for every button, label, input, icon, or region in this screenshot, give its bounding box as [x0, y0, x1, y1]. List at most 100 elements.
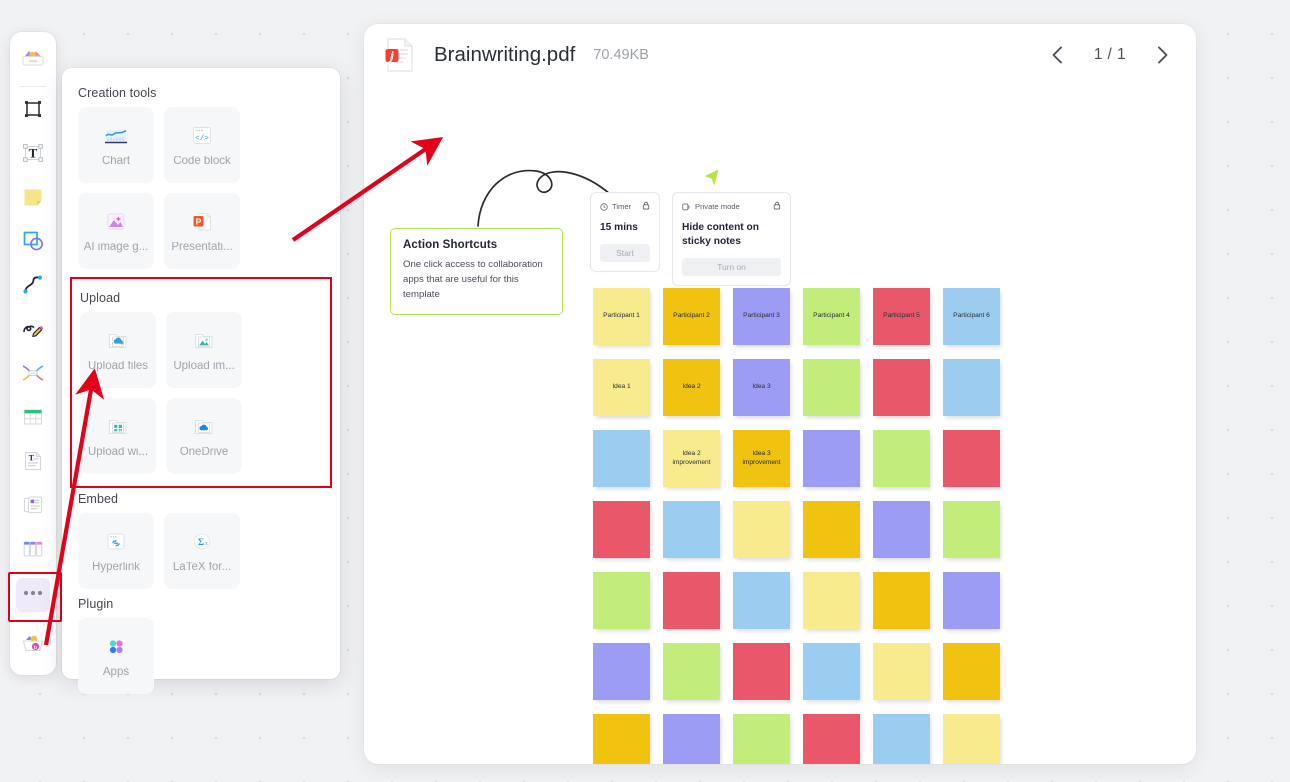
private-mode-turn-on-button[interactable]: Turn on [682, 257, 781, 276]
tile-latex-formula[interactable]: Σ x LaTeX for... [164, 513, 240, 589]
sticky-note[interactable] [803, 572, 860, 629]
lock-icon [773, 201, 781, 212]
sticky-note[interactable] [873, 714, 930, 764]
pdf-file-icon: ⅉ [384, 37, 416, 73]
sidebar-item-text[interactable]: T [16, 138, 50, 172]
sticky-note[interactable] [803, 714, 860, 764]
sidebar-item-pen[interactable] [16, 314, 50, 348]
sticky-note[interactable] [593, 714, 650, 764]
sticky-note[interactable] [733, 501, 790, 558]
tile-upload-image[interactable]: Upload im... [166, 312, 242, 388]
sticky-note[interactable]: Participant 5 [873, 288, 930, 345]
sticky-note[interactable] [943, 714, 1000, 764]
sidebar-item-frame[interactable] [16, 94, 50, 128]
tile-hyperlink[interactable]: Hyperlink [78, 513, 154, 589]
sticky-note[interactable]: Participant 2 [663, 288, 720, 345]
sidebar-item-toolbox[interactable]: b [16, 628, 50, 662]
sidebar-item-document[interactable]: T [16, 446, 50, 480]
presentation-icon: P [187, 209, 217, 235]
sticky-note[interactable] [943, 359, 1000, 416]
lock-icon [642, 201, 650, 212]
sticky-note[interactable] [803, 359, 860, 416]
tile-label: Code block [173, 155, 231, 167]
sticky-note[interactable] [733, 714, 790, 764]
sticky-note[interactable] [943, 572, 1000, 629]
tile-presentation[interactable]: P Presentati... [164, 193, 240, 269]
toolbar-divider-bottom [20, 620, 46, 621]
sticky-note[interactable]: Participant 6 [943, 288, 1000, 345]
tile-upload-files[interactable]: Upload files [80, 312, 156, 388]
sticky-note[interactable] [873, 572, 930, 629]
sidebar-item-templates[interactable] [16, 44, 50, 78]
sticky-note[interactable] [803, 643, 860, 700]
sticky-note[interactable] [593, 572, 650, 629]
sticky-note[interactable] [663, 572, 720, 629]
sticky-note[interactable]: Idea 1 [593, 359, 650, 416]
sticky-note[interactable] [733, 572, 790, 629]
toolbox-icon: b [20, 631, 46, 660]
sticky-note[interactable] [943, 430, 1000, 487]
sticky-note[interactable]: Participant 4 [803, 288, 860, 345]
ai-image-icon [101, 209, 131, 235]
sticky-note[interactable]: Participant 3 [733, 288, 790, 345]
sticky-note-row [593, 501, 1000, 572]
sticky-note[interactable] [663, 714, 720, 764]
group-plugin: Plugin Apps [78, 597, 324, 694]
tile-chart[interactable]: Chart [78, 107, 154, 183]
card-icon [21, 493, 45, 522]
sticky-note[interactable] [943, 501, 1000, 558]
sticky-note[interactable] [873, 643, 930, 700]
sticky-note[interactable] [873, 501, 930, 558]
section-title-plugin: Plugin [78, 597, 114, 611]
sticky-note[interactable] [663, 643, 720, 700]
templates-icon [20, 47, 46, 76]
hyperlink-icon [101, 529, 131, 555]
sidebar-item-connector[interactable] [16, 270, 50, 304]
sidebar-item-card[interactable] [16, 490, 50, 524]
page-indicator: 1 / 1 [1093, 46, 1126, 63]
sticky-note[interactable]: Idea 2 improvement [663, 430, 720, 487]
sticky-note[interactable] [873, 430, 930, 487]
upload-image-icon [189, 328, 219, 354]
sticky-note[interactable]: Idea 2 [663, 359, 720, 416]
sticky-note[interactable]: Participant 1 [593, 288, 650, 345]
sticky-note[interactable] [593, 501, 650, 558]
tile-upload-widget[interactable]: Upload wi... [80, 398, 156, 474]
tile-label: Upload im... [173, 360, 235, 372]
sticky-note[interactable] [803, 501, 860, 558]
group-creation-tools: Creation tools Chart </> Code block AI i… [78, 86, 324, 269]
timer-start-button[interactable]: Start [600, 243, 650, 262]
sticky-note[interactable] [803, 430, 860, 487]
tile-ai-image-generation[interactable]: AI image g... [78, 193, 154, 269]
tile-code-block[interactable]: </> Code block [164, 107, 240, 183]
sticky-note[interactable] [663, 501, 720, 558]
sticky-note[interactable] [593, 430, 650, 487]
svg-text:T: T [29, 453, 35, 462]
onedrive-icon [189, 414, 219, 440]
sticky-note-icon [21, 185, 45, 214]
sidebar-item-mind-map[interactable] [16, 358, 50, 392]
sticky-note-row [593, 643, 1000, 714]
file-size-label: 70.49KB [593, 47, 649, 63]
sticky-note[interactable] [873, 359, 930, 416]
svg-text:x: x [205, 541, 208, 547]
sticky-note[interactable]: Idea 3 improvement [733, 430, 790, 487]
private-mode-card: Private mode Hide content on sticky note… [672, 192, 791, 286]
sticky-note[interactable] [593, 643, 650, 700]
sticky-note-row: Participant 1 Participant 2 Participant 3P… [593, 288, 1000, 359]
tile-onedrive[interactable]: OneDrive [166, 398, 242, 474]
sticky-note[interactable] [943, 643, 1000, 700]
sidebar-item-more-tools[interactable] [8, 572, 62, 622]
sidebar-item-shapes[interactable] [16, 226, 50, 260]
sidebar-item-sticky-note[interactable] [16, 182, 50, 216]
sticky-note-row [593, 714, 1000, 764]
private-mode-card-title: Private mode [695, 202, 740, 211]
upload-widget-icon [103, 414, 133, 440]
sidebar-item-table[interactable] [16, 402, 50, 436]
chevron-right-icon[interactable] [1150, 43, 1174, 67]
sticky-note[interactable] [733, 643, 790, 700]
sticky-note[interactable]: Idea 3 [733, 359, 790, 416]
chevron-left-icon[interactable] [1046, 43, 1070, 67]
sidebar-item-kanban[interactable] [16, 534, 50, 568]
tile-apps[interactable]: Apps [78, 618, 154, 694]
